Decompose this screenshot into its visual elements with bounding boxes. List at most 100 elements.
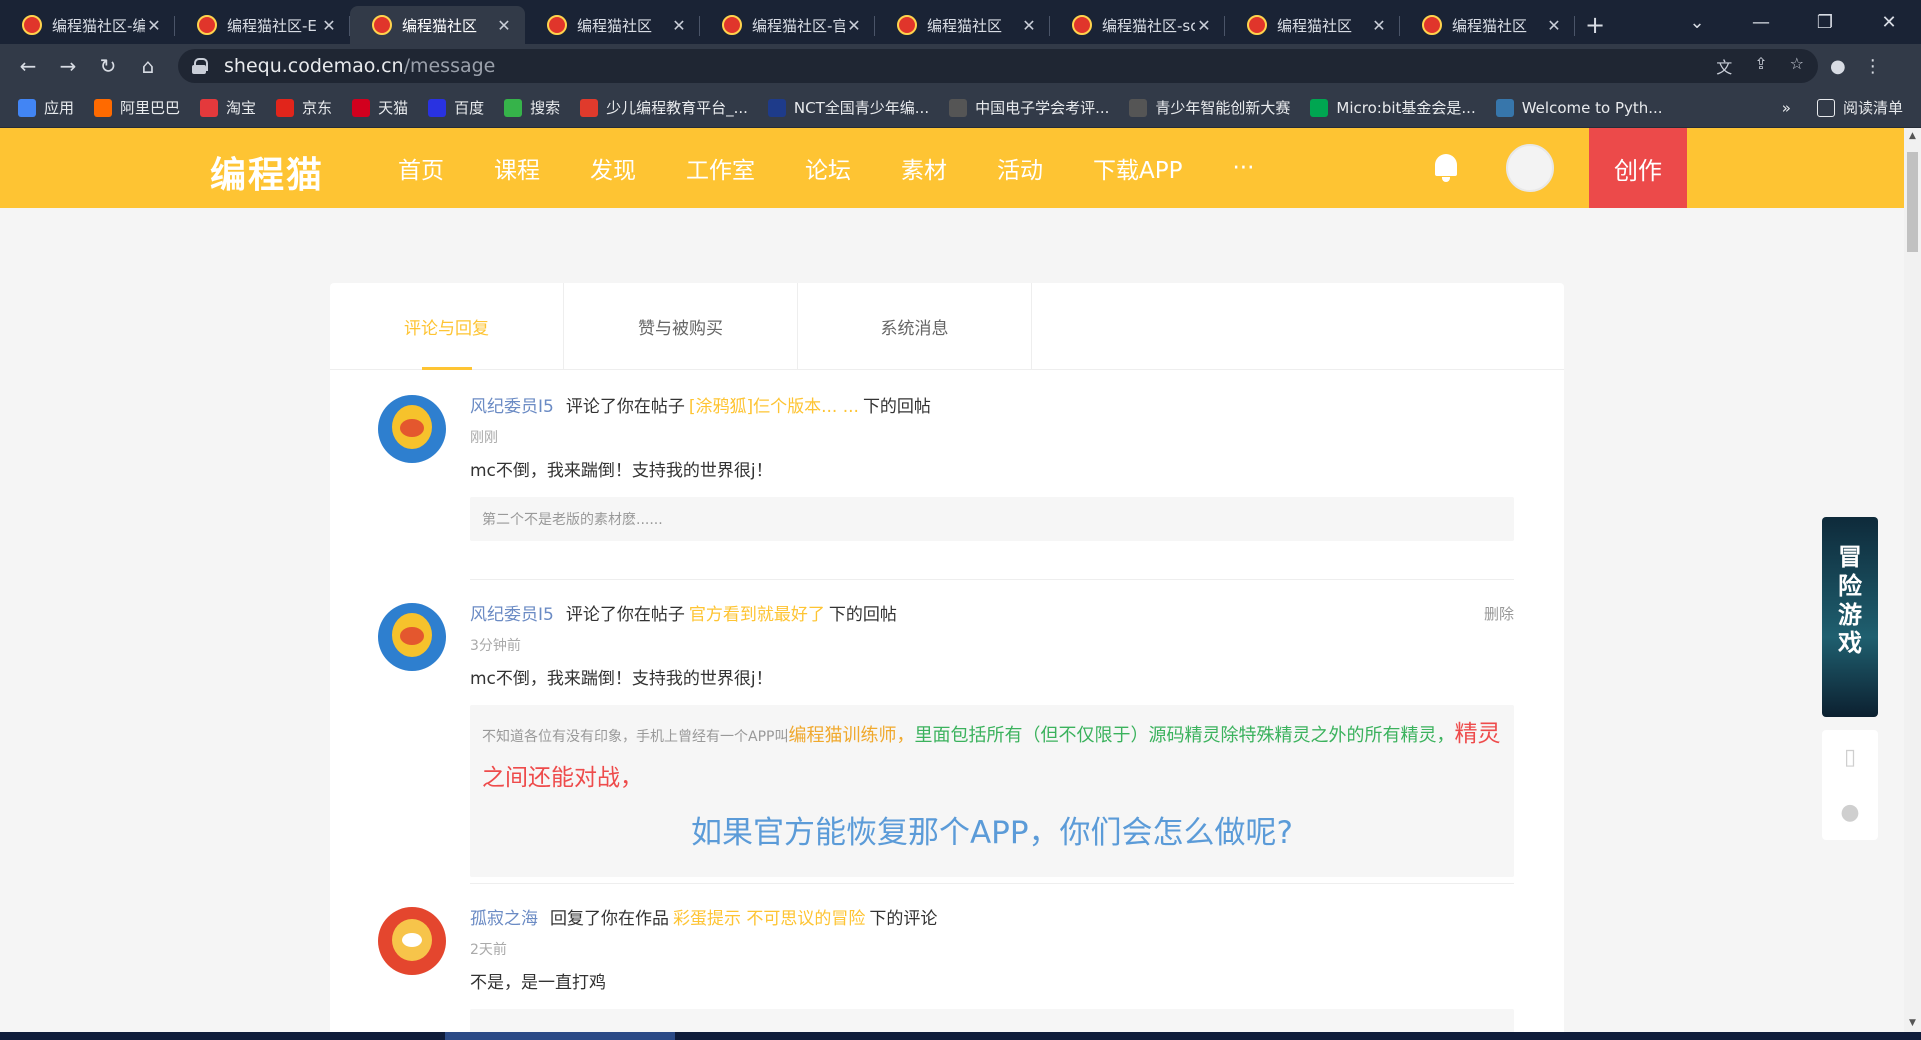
tab-search-icon[interactable]: ⌄ (1665, 0, 1729, 44)
tab-close-icon[interactable]: ✕ (670, 16, 688, 35)
user-avatar[interactable] (1506, 144, 1554, 192)
codemao-favicon-icon (22, 15, 42, 35)
site-header: 编程猫 首页 课程 发现 工作室 论坛 素材 活动 下载APP ··· 创作 (0, 128, 1904, 208)
bookmark-item[interactable]: Micro:bit基金会是... (1310, 97, 1476, 118)
delete-button[interactable]: 删除 (1484, 603, 1514, 624)
bookmark-item[interactable]: 少儿编程教育平台_... (580, 97, 748, 118)
address-bar[interactable]: shequ.codemao.cn/message 文 ⇪ ☆ (178, 49, 1818, 83)
site-nav-item[interactable]: 课程 (494, 151, 540, 185)
site-nav-item[interactable]: ··· (1232, 155, 1254, 181)
tab-comments-replies[interactable]: 评论与回复 (330, 283, 564, 370)
tab-title: 编程猫社区-编 (52, 16, 145, 35)
reading-list-button[interactable]: 阅读清单 (1816, 97, 1903, 118)
browser-tab[interactable]: 编程猫社区-E ✕ (175, 6, 350, 44)
maximize-button[interactable]: ❐ (1793, 0, 1857, 44)
side-game-ad[interactable]: 冒险游戏 (1822, 517, 1878, 717)
bookmark-item[interactable]: 京东 (276, 97, 332, 118)
back-icon[interactable]: ← (8, 46, 48, 86)
site-nav-item[interactable]: 论坛 (805, 151, 851, 185)
minimize-button[interactable]: — (1729, 0, 1793, 44)
lock-icon[interactable] (192, 58, 208, 74)
site-nav-item[interactable]: 活动 (997, 151, 1043, 185)
bookmark-item[interactable]: 应用 (18, 97, 74, 118)
browser-tab[interactable]: 编程猫社区 ✕ (350, 6, 525, 44)
scroll-thumb[interactable] (1907, 152, 1918, 252)
tab-close-icon[interactable]: ✕ (320, 16, 338, 35)
commenter-avatar[interactable] (378, 603, 446, 671)
bookmark-item[interactable]: NCT全国青少年编... (767, 97, 929, 118)
taskbar-active-app[interactable] (445, 1032, 675, 1040)
close-window-button[interactable]: ✕ (1857, 0, 1921, 44)
translate-icon[interactable]: 文 (1716, 54, 1732, 78)
tab-close-icon[interactable]: ✕ (1020, 16, 1038, 35)
notification-bell-icon[interactable] (1433, 152, 1459, 182)
reload-icon[interactable]: ↻ (88, 46, 128, 86)
tab-close-icon[interactable]: ✕ (1195, 16, 1213, 35)
url-path: /message (403, 55, 496, 77)
bookmark-favicon-icon (1310, 98, 1329, 117)
tab-close-icon[interactable]: ✕ (1545, 16, 1563, 35)
bookmark-favicon-icon (94, 98, 113, 117)
site-nav-item[interactable]: 素材 (901, 151, 947, 185)
work-link[interactable]: 彩蛋提示 不可思议的冒险 (673, 909, 865, 929)
scroll-up-icon[interactable]: ▲ (1904, 128, 1921, 145)
bookmark-item[interactable]: 淘宝 (200, 97, 256, 118)
tab-close-icon[interactable]: ✕ (495, 16, 513, 35)
bookmark-label: Welcome to Pyth... (1521, 98, 1663, 117)
browser-tab[interactable]: 编程猫社区 ✕ (1400, 6, 1575, 44)
new-tab-button[interactable]: + (1575, 6, 1615, 44)
browser-tab[interactable]: 编程猫社区 ✕ (875, 6, 1050, 44)
tab-close-icon[interactable]: ✕ (1370, 16, 1388, 35)
phone-icon[interactable]: ▯ (1844, 745, 1856, 770)
codemao-favicon-icon (197, 15, 217, 35)
bell-icon[interactable]: ● (1840, 800, 1859, 825)
post-link[interactable]: [涂鸦狐]仨个版本... ... (689, 397, 859, 417)
browser-tab[interactable]: 编程猫社区-官 ✕ (700, 6, 875, 44)
tab-title: 编程猫社区 (1452, 16, 1528, 35)
site-nav-item[interactable]: 工作室 (686, 151, 755, 185)
commenter-avatar[interactable] (378, 395, 446, 463)
bookmark-list: 应用 阿里巴巴 淘宝 京东 天猫 百度 搜索 少儿编程教育平台_... NCT全国青少年编...… (18, 97, 1683, 118)
tab-likes-purchases[interactable]: 赞与被购买 (564, 283, 798, 370)
browser-tab[interactable]: 编程猫社区 ✕ (525, 6, 700, 44)
browser-tab[interactable]: 编程猫社区-编 ✕ (0, 6, 175, 44)
site-logo[interactable]: 编程猫 (210, 146, 324, 198)
bookmark-item[interactable]: 青少年智能创新大赛 (1129, 97, 1290, 118)
forward-icon[interactable]: → (48, 46, 88, 86)
profile-icon[interactable]: ● (1830, 56, 1846, 77)
bookmark-item[interactable]: 天猫 (352, 97, 408, 118)
commenter-name[interactable]: 风纪委员I5 (470, 605, 554, 625)
bookmark-item[interactable]: 百度 (428, 97, 484, 118)
bookmark-label: 中国电子学会考评... (975, 99, 1110, 117)
share-icon[interactable]: ⇪ (1754, 54, 1767, 78)
bookmark-item[interactable]: 中国电子学会考评... (949, 97, 1109, 118)
bookmark-item[interactable]: Welcome to Pyth... (1495, 98, 1663, 117)
bookmark-favicon-icon (428, 98, 447, 117)
bookmarks-more-button[interactable]: » (1782, 99, 1791, 117)
tab-close-icon[interactable]: ✕ (845, 16, 863, 35)
page-scrollbar[interactable]: ▲ ▼ (1904, 128, 1921, 1032)
menu-icon[interactable]: ⋮ (1864, 56, 1882, 77)
site-nav-item[interactable]: 首页 (398, 151, 444, 185)
bookmark-star-icon[interactable]: ☆ (1790, 54, 1804, 78)
commenter-name[interactable]: 孤寂之海 (470, 909, 538, 929)
bookmark-favicon-icon (276, 98, 295, 117)
message-item: 孤寂之海 回复了你在作品 彩蛋提示 不可思议的冒险 下的评论 2天前 不是，是一直打鸡 (378, 907, 1514, 1032)
site-nav-item[interactable]: 下载APP (1093, 151, 1182, 185)
scroll-down-icon[interactable]: ▼ (1904, 1015, 1921, 1032)
bookmark-item[interactable]: 阿里巴巴 (94, 97, 180, 118)
browser-tab[interactable]: 编程猫社区 ✕ (1225, 6, 1400, 44)
create-button[interactable]: 创作 (1589, 128, 1687, 208)
browser-tab[interactable]: 编程猫社区-sc ✕ (1050, 6, 1225, 44)
home-icon[interactable]: ⌂ (128, 46, 168, 86)
tab-system-messages[interactable]: 系统消息 (798, 283, 1032, 370)
commenter-avatar[interactable] (378, 907, 446, 975)
post-link[interactable]: 官方看到就最好了 (689, 605, 825, 625)
tab-title: 编程猫社区 (402, 16, 478, 35)
browser-toolbar: ← → ↻ ⌂ shequ.codemao.cn/message 文 ⇪ ☆ ●… (0, 44, 1921, 88)
bookmark-item[interactable]: 搜索 (504, 97, 560, 118)
tab-close-icon[interactable]: ✕ (145, 16, 163, 35)
bookmark-label: 百度 (454, 99, 485, 117)
site-nav-item[interactable]: 发现 (590, 151, 636, 185)
commenter-name[interactable]: 风纪委员I5 (470, 397, 554, 417)
